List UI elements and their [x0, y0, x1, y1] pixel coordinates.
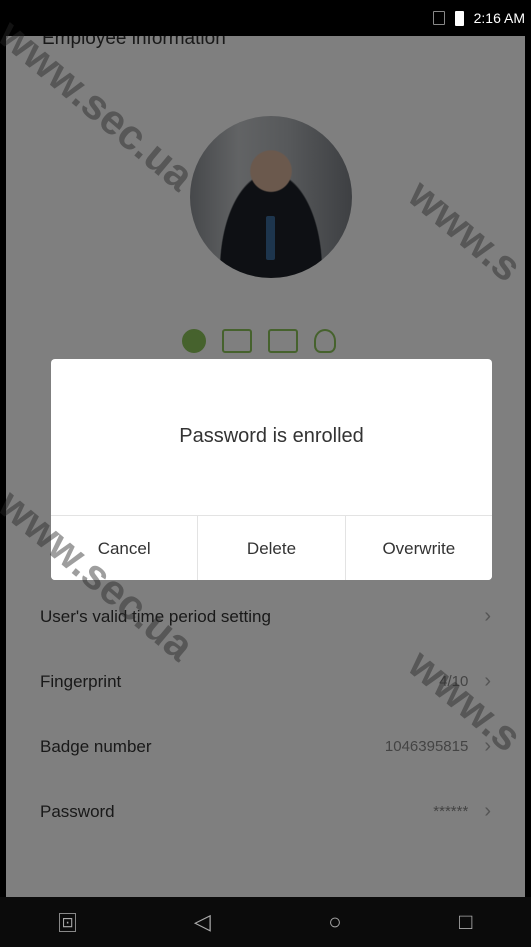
sim-icon: [432, 11, 445, 25]
recents-icon[interactable]: □: [459, 909, 472, 935]
delete-button[interactable]: Delete: [198, 516, 346, 580]
screenshot-icon[interactable]: ⊡: [58, 912, 77, 932]
overwrite-button[interactable]: Overwrite: [345, 516, 492, 580]
password-dialog: Password is enrolled Cancel Delete Overw…: [51, 359, 492, 580]
dialog-message: Password is enrolled: [179, 425, 364, 447]
cancel-button[interactable]: Cancel: [51, 516, 199, 580]
screen: Employee information User's valid time p…: [6, 36, 525, 897]
home-icon[interactable]: ○: [328, 909, 341, 935]
status-bar: 2:16 AM: [0, 0, 531, 36]
back-icon[interactable]: ◁: [194, 909, 211, 935]
navigation-bar: ⊡ ◁ ○ □: [0, 897, 531, 947]
dialog-buttons: Cancel Delete Overwrite: [51, 515, 492, 580]
status-time: 2:16 AM: [473, 10, 525, 26]
battery-icon: [454, 10, 464, 26]
